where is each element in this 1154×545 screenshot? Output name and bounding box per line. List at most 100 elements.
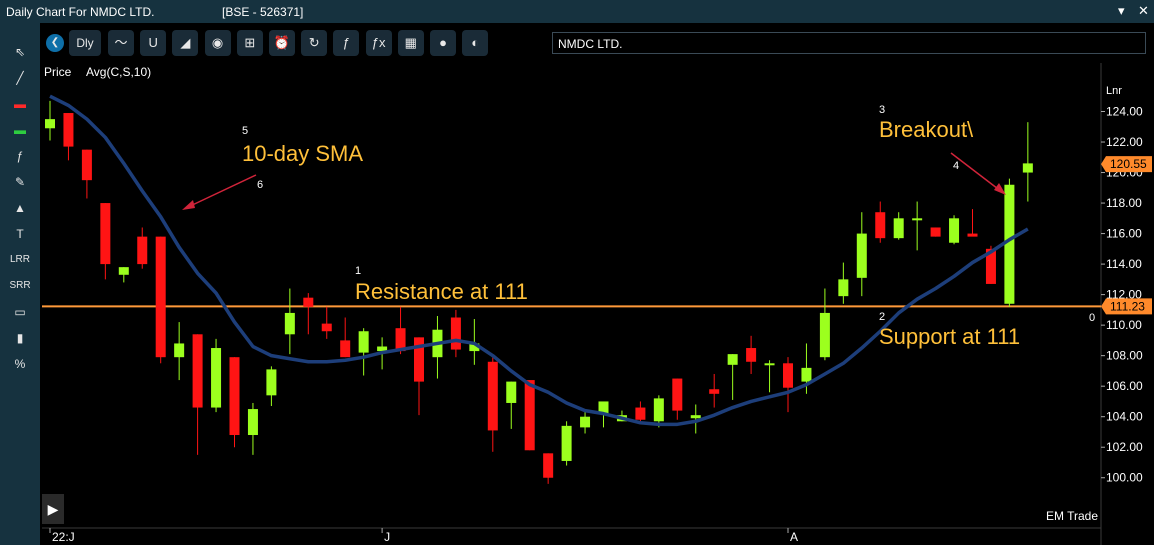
support-annotation-label: Support at 111 — [879, 324, 1020, 349]
candle-body — [63, 113, 74, 147]
candle-body — [432, 329, 443, 358]
candle-body — [801, 367, 812, 382]
y-tick-label: 112.00 — [1106, 288, 1142, 302]
hierarchy-icon[interactable]: ⊞ — [236, 30, 263, 56]
candle-body — [284, 312, 295, 335]
candle-body — [137, 236, 148, 265]
candle-body — [856, 233, 867, 278]
bar-stats-icon[interactable]: ▮ — [4, 327, 36, 349]
price-marker — [1101, 298, 1152, 315]
sma-arrow-head — [182, 200, 195, 210]
candle-body — [967, 233, 978, 237]
candle-body — [211, 348, 222, 408]
sma-annotation-number: 5 — [242, 125, 248, 137]
candle-body — [174, 343, 185, 358]
function-x-icon[interactable]: ƒx — [365, 30, 392, 56]
candle-body — [229, 357, 240, 436]
price-marker — [1101, 156, 1152, 173]
right-marker: 0 — [1089, 312, 1095, 324]
green-candle-icon[interactable]: ▬ — [4, 119, 36, 141]
play-icon[interactable]: ▶ — [42, 494, 64, 524]
area-chart-icon[interactable]: ◢ — [172, 30, 199, 56]
candle-body — [192, 334, 203, 408]
candle-body — [1004, 184, 1015, 304]
film-icon[interactable]: ▦ — [397, 30, 424, 56]
breakout-annotation-label: Breakout\ — [879, 117, 974, 142]
candle-body — [746, 348, 757, 362]
alarm-icon[interactable]: ⏰ — [269, 30, 295, 56]
legend-price: Price — [44, 65, 72, 79]
sma-arrow-line — [185, 174, 257, 209]
magnet-icon[interactable]: U — [140, 30, 167, 56]
y-tick-label: 108.00 — [1106, 349, 1143, 363]
title-bar: Daily Chart For NMDC LTD. [BSE - 526371]… — [0, 0, 1154, 23]
exchange-code: [BSE - 526371] — [222, 5, 304, 19]
candle-body — [247, 409, 258, 436]
chevron-left-icon[interactable]: ❮ — [46, 34, 64, 52]
breakout-arrow-head — [994, 183, 1006, 195]
line-chart-icon[interactable]: 〜 — [108, 30, 134, 56]
y-tick-label: 106.00 — [1106, 379, 1143, 393]
candle-body — [819, 312, 830, 358]
support-annotation-number: 2 — [879, 311, 885, 323]
circle-icon[interactable]: ● — [430, 30, 456, 56]
close-icon[interactable]: ✕ — [1138, 3, 1149, 19]
candle-body — [81, 149, 92, 181]
candle-body — [1022, 163, 1033, 173]
red-candle-icon[interactable]: ▬ — [4, 93, 36, 115]
candle-body — [727, 354, 738, 365]
percent-icon[interactable]: % — [4, 353, 36, 375]
candle-body — [340, 340, 351, 358]
cursor-icon[interactable]: ⇖ — [4, 41, 36, 63]
sma-line — [49, 94, 1029, 427]
watermark: EM Trade — [1046, 509, 1098, 523]
shapes-icon[interactable]: ▲ — [4, 197, 36, 219]
function-icon[interactable]: ƒ — [333, 30, 360, 56]
period-selector[interactable]: Dly — [69, 30, 101, 56]
y-tick-label: 122.00 — [1106, 135, 1143, 149]
legend-indicator: Avg(C,S,10) — [86, 65, 151, 79]
price-marker-label: 111.23 — [1110, 299, 1145, 313]
text-icon[interactable]: T — [4, 223, 36, 245]
candle-body — [690, 415, 701, 419]
image-icon[interactable]: ▭ — [4, 301, 36, 323]
symbol-input[interactable]: NMDC LTD. — [552, 32, 1146, 54]
y-tick-label: 120.00 — [1106, 166, 1143, 180]
line-tool-icon[interactable]: ╱ — [4, 67, 36, 89]
pin-icon[interactable]: ▾ — [1118, 3, 1125, 19]
function-icon[interactable]: ƒ — [4, 145, 36, 167]
candle-body — [118, 267, 129, 275]
window-title: Daily Chart For NMDC LTD. — [6, 5, 155, 19]
scale-label: Lnr — [1106, 85, 1122, 97]
lrr-label[interactable]: LRR — [4, 249, 36, 271]
sma-arrow-number: 6 — [257, 179, 263, 191]
candle-body — [45, 119, 55, 129]
price-chart[interactable]: Price Avg(C,S,10)Lnr100.00102.00104.00106… — [0, 0, 1154, 545]
brush-icon[interactable]: ✎ — [4, 171, 36, 193]
breakout-arrow-line — [950, 152, 1003, 193]
candle-body — [100, 203, 111, 265]
y-tick-label: 110.00 — [1106, 318, 1142, 332]
sma-annotation-label: 10-day SMA — [242, 141, 363, 166]
srr-label[interactable]: SRR — [4, 275, 36, 297]
candle-body — [912, 218, 923, 221]
candle-body — [838, 279, 849, 297]
candle-body — [561, 425, 572, 461]
resistance-annotation-number: 1 — [355, 265, 361, 277]
candle-body — [395, 328, 406, 352]
candle-body — [469, 343, 480, 352]
candle-body — [893, 218, 904, 239]
candle-body — [580, 416, 591, 428]
x-tick-label: J — [384, 530, 390, 544]
candle-body — [985, 248, 996, 284]
y-tick-label: 118.00 — [1106, 196, 1142, 210]
moon-icon[interactable]: ◐ — [462, 30, 489, 56]
mouse-icon[interactable]: ◉ — [204, 30, 231, 56]
breakout-annotation-number: 3 — [879, 104, 885, 116]
candle-body — [875, 212, 886, 239]
price-marker-label: 120.55 — [1110, 157, 1147, 171]
refresh-icon[interactable]: ↻ — [301, 30, 328, 56]
left-tool-sidebar: ⇖ ╱ ▬ ▬ ƒ ✎ ▲ T LRR SRR ▭ ▮% — [0, 23, 40, 545]
candle-body — [709, 389, 720, 394]
candle-body — [487, 361, 498, 431]
